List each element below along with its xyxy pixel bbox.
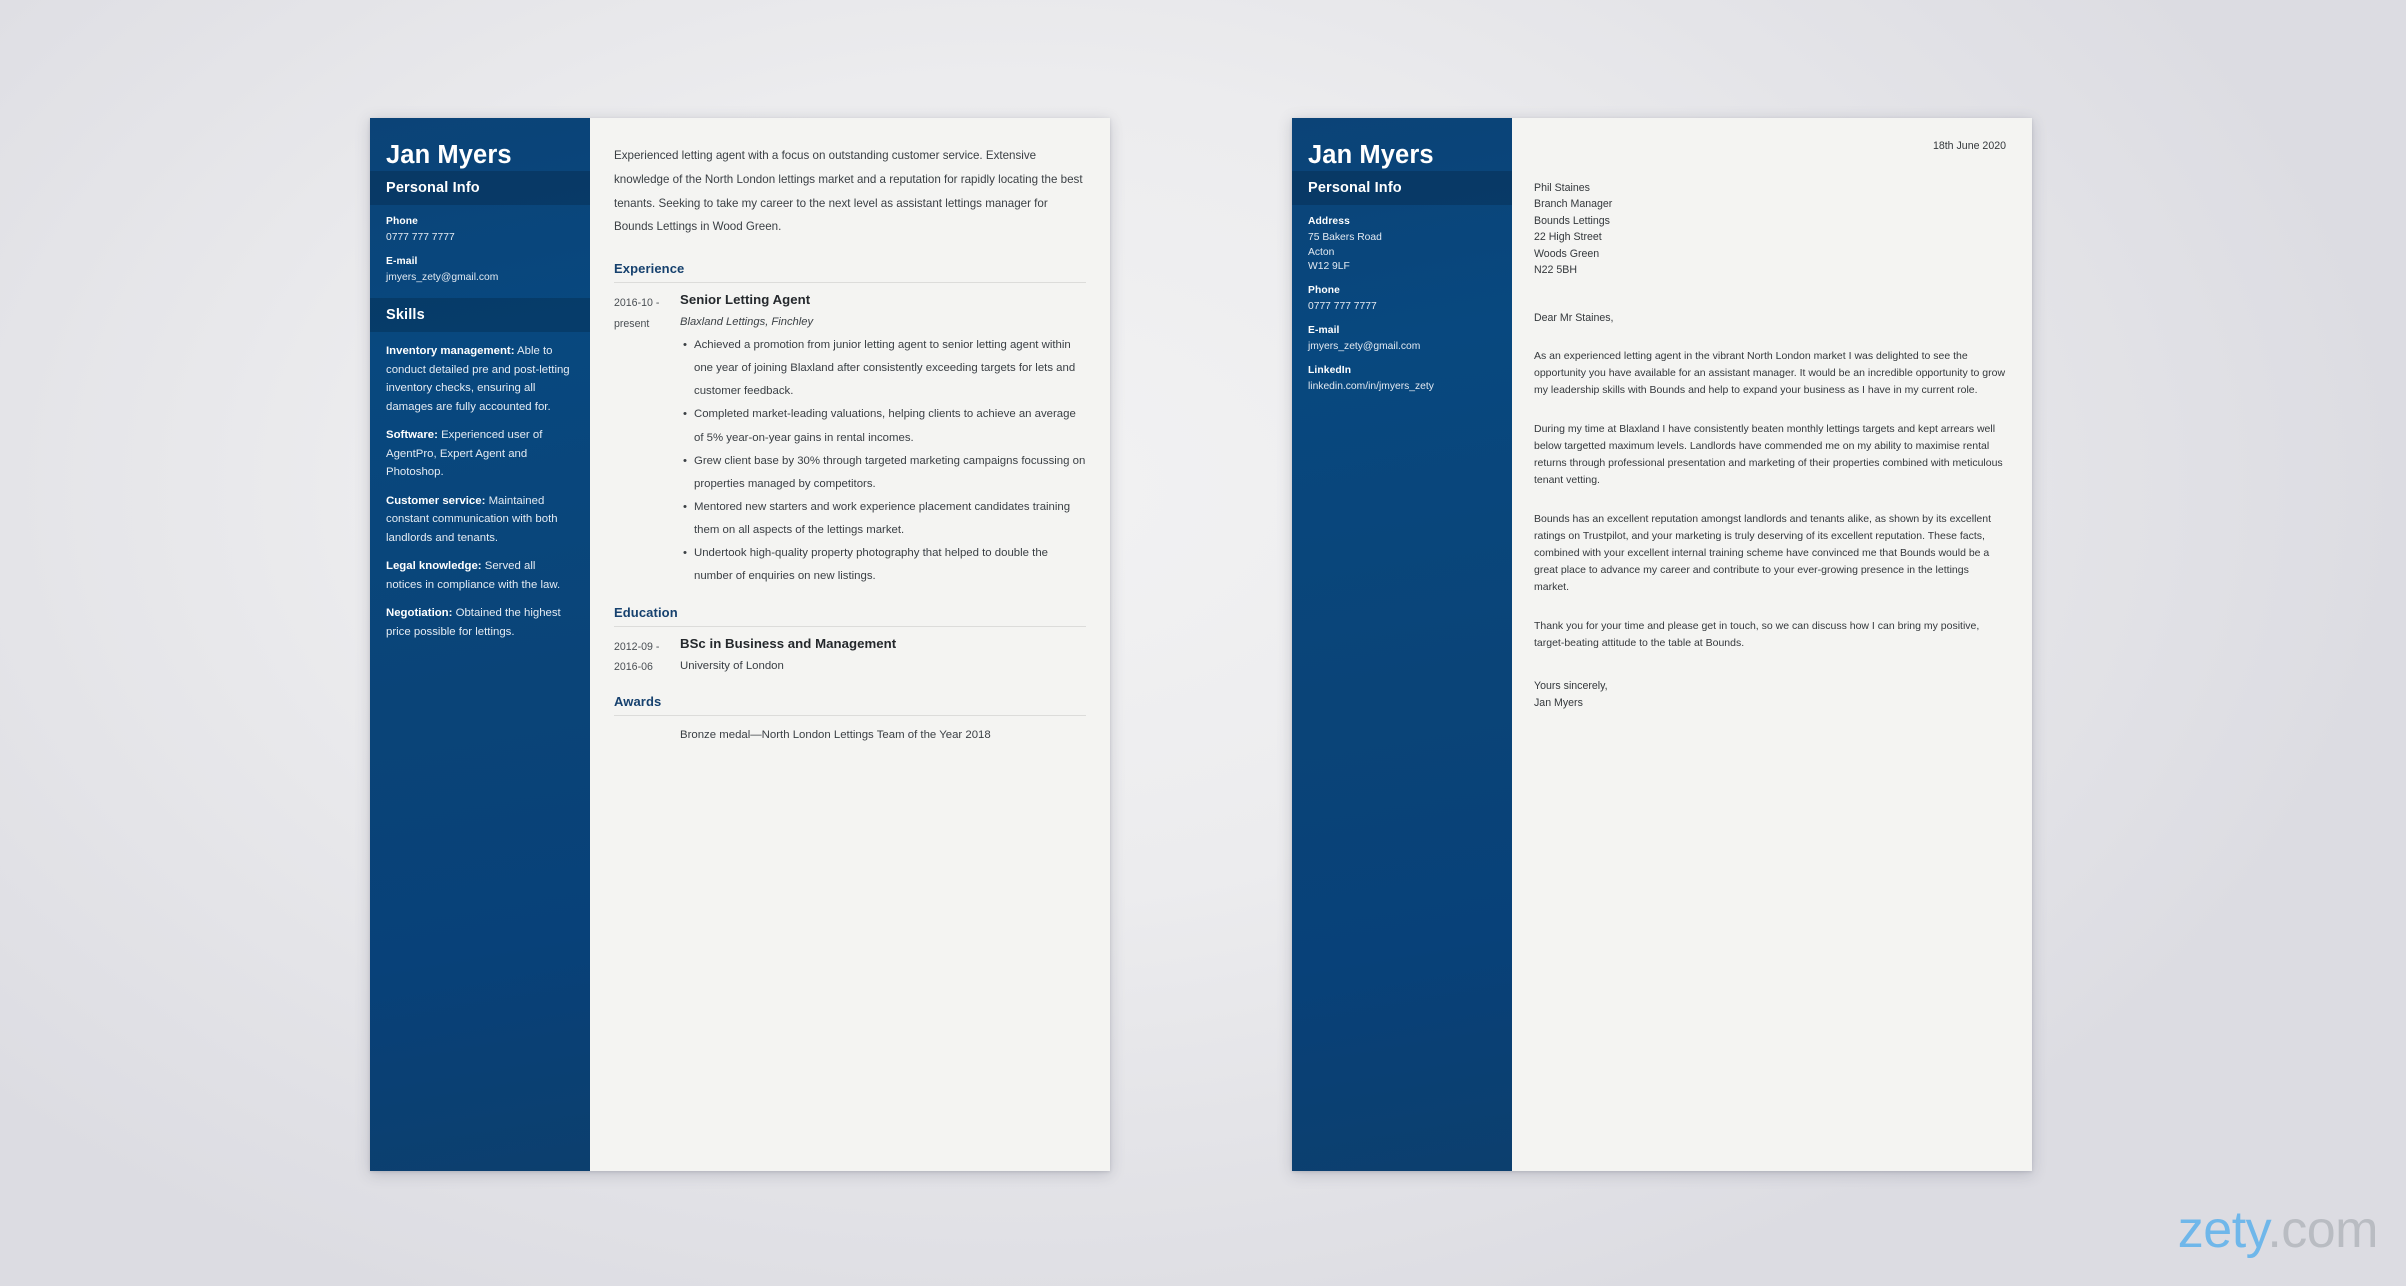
letter-signature-name: Jan Myers <box>1534 696 1583 709</box>
education-heading: Education <box>614 605 1086 627</box>
letter-email-value: jmyers_zety@gmail.com <box>1308 341 1421 353</box>
letter-paragraph: During my time at Blaxland I have consis… <box>1534 423 2003 487</box>
recipient-line: N22 5BH <box>1534 264 1577 277</box>
address-line: 75 Bakers Road <box>1308 231 1382 243</box>
education-date-to: 2016-06 <box>614 661 653 674</box>
letter-address-value: 75 Bakers Road Acton W12 9LF <box>1308 231 1494 276</box>
education-entry: 2012-09 - 2016-06 BSc in Business and Ma… <box>614 636 1086 678</box>
letter-main-column: 18th June 2020 Phil Staines Branch Manag… <box>1512 118 2032 1171</box>
skill-title: Customer service: <box>386 494 486 507</box>
awards-entry: Bronze medal—North London Lettings Team … <box>614 725 1086 746</box>
resume-skills-list: Inventory management: Able to conduct de… <box>370 332 590 641</box>
resume-awards-section: Awards Bronze medal—North London Letting… <box>614 694 1086 746</box>
skill-item: Legal knowledge: Served all notices in c… <box>386 557 572 594</box>
letter-personal-info-heading: Personal Info <box>1292 170 1512 205</box>
letter-phone-label: Phone <box>1308 285 1340 297</box>
resume-email-label: E-mail <box>386 255 418 267</box>
resume-document: Jan Myers Personal Info Phone 0777 777 7… <box>370 118 1110 1171</box>
experience-body: Senior Letting Agent Blaxland Lettings, … <box>672 292 1086 589</box>
letter-contact-list: Address 75 Bakers Road Acton W12 9LF Pho… <box>1292 205 1512 409</box>
address-line: W12 9LF <box>1308 261 1350 273</box>
awards-heading: Awards <box>614 694 1086 716</box>
education-degree: BSc in Business and Management <box>680 635 897 651</box>
address-line: Acton <box>1308 246 1335 258</box>
recipient-line: Branch Manager <box>1534 198 1613 211</box>
resume-sidebar: Jan Myers Personal Info Phone 0777 777 7… <box>370 118 590 1171</box>
resume-education-section: Education 2012-09 - 2016-06 BSc in Busin… <box>614 605 1086 678</box>
letter-sidebar: Jan Myers Personal Info Address 75 Baker… <box>1292 118 1512 1171</box>
recipient-line: Bounds Lettings <box>1534 214 1610 227</box>
resume-main-column: Experienced letting agent with a focus o… <box>590 118 1110 1171</box>
experience-bullet: Mentored new starters and work experienc… <box>683 496 1086 542</box>
resume-contact-list: Phone 0777 777 7777 E-mail jmyers_zety@g… <box>370 205 590 299</box>
experience-date-to: present <box>614 317 650 330</box>
letter-paragraph: Thank you for your time and please get i… <box>1534 620 1980 650</box>
awards-date-spacer <box>614 725 680 746</box>
letter-candidate-name: Jan Myers <box>1308 141 1434 169</box>
awards-item: Bronze medal—North London Lettings Team … <box>680 728 991 741</box>
watermark-tld: .com <box>2267 1201 2378 1259</box>
skill-item: Inventory management: Able to conduct de… <box>386 342 572 416</box>
recipient-line: Woods Green <box>1534 247 1600 260</box>
experience-bullet: Grew client base by 30% through targeted… <box>683 450 1086 496</box>
experience-bullet: Achieved a promotion from junior letting… <box>683 334 1086 403</box>
letter-address-label: Address <box>1308 215 1350 227</box>
skill-title: Legal knowledge: <box>386 560 482 573</box>
letter-phone-value: 0777 777 7777 <box>1308 301 1377 313</box>
letter-paragraph: As an experienced letting agent in the v… <box>1534 350 2006 397</box>
experience-bullet: Completed market-leading valuations, hel… <box>683 403 1086 449</box>
education-body: BSc in Business and Management Universit… <box>672 636 1086 678</box>
skill-title: Software: <box>386 429 438 442</box>
watermark-brand: zety <box>2177 1201 2268 1259</box>
experience-job-title: Senior Letting Agent <box>680 292 811 308</box>
resume-summary: Experienced letting agent with a focus o… <box>614 149 1083 234</box>
experience-company: Blaxland Lettings, Finchley <box>680 316 814 329</box>
recipient-line: Phil Staines <box>1534 182 1590 194</box>
experience-bullet: Undertook high-quality property photogra… <box>683 542 1086 588</box>
resume-personal-info-heading: Personal Info <box>370 170 590 205</box>
education-dates: 2012-09 - 2016-06 <box>614 636 672 678</box>
experience-heading: Experience <box>614 261 1086 284</box>
letter-signoff: Yours sincerely, Jan Myers <box>1534 678 2006 711</box>
resume-skills-heading: Skills <box>370 298 590 333</box>
resume-email-value: jmyers_zety@gmail.com <box>386 271 499 283</box>
zety-watermark: zety.com <box>2177 1200 2379 1260</box>
skill-item: Negotiation: Obtained the highest price … <box>386 604 572 641</box>
skill-title: Inventory management: <box>386 345 515 358</box>
letter-closing: Yours sincerely, <box>1534 680 1608 693</box>
skill-title: Negotiation: <box>386 607 453 620</box>
resume-phone-label: Phone <box>386 215 418 227</box>
education-date-from: 2012-09 - <box>614 640 660 653</box>
letter-recipient-block: Phil Staines Branch Manager Bounds Letti… <box>1534 180 2006 278</box>
recipient-line: 22 High Street <box>1534 231 1602 244</box>
letter-linkedin-label: LinkedIn <box>1308 365 1352 377</box>
experience-entry: 2016-10 - present Senior Letting Agent B… <box>614 292 1086 589</box>
letter-salutation: Dear Mr Staines, <box>1534 312 1614 325</box>
skill-item: Software: Experienced user of AgentPro, … <box>386 426 572 481</box>
letter-paragraph: Bounds has an excellent reputation among… <box>1534 513 1992 594</box>
resume-phone-value: 0777 777 7777 <box>386 231 455 243</box>
letter-date: 18th June 2020 <box>1932 140 2006 152</box>
experience-dates: 2016-10 - present <box>614 292 672 589</box>
letter-linkedin-value[interactable]: linkedin.com/in/jmyers_zety <box>1308 380 1494 395</box>
resume-experience-section: Experience 2016-10 - present Senior Lett… <box>614 261 1086 589</box>
letter-email-label: E-mail <box>1308 325 1340 337</box>
experience-bullets: Achieved a promotion from junior letting… <box>680 334 1086 589</box>
experience-date-from: 2016-10 - <box>614 297 660 310</box>
skill-item: Customer service: Maintained constant co… <box>386 492 572 547</box>
resume-candidate-name: Jan Myers <box>386 141 512 169</box>
education-institution: University of London <box>680 659 784 672</box>
cover-letter-document: Jan Myers Personal Info Address 75 Baker… <box>1292 118 2032 1171</box>
